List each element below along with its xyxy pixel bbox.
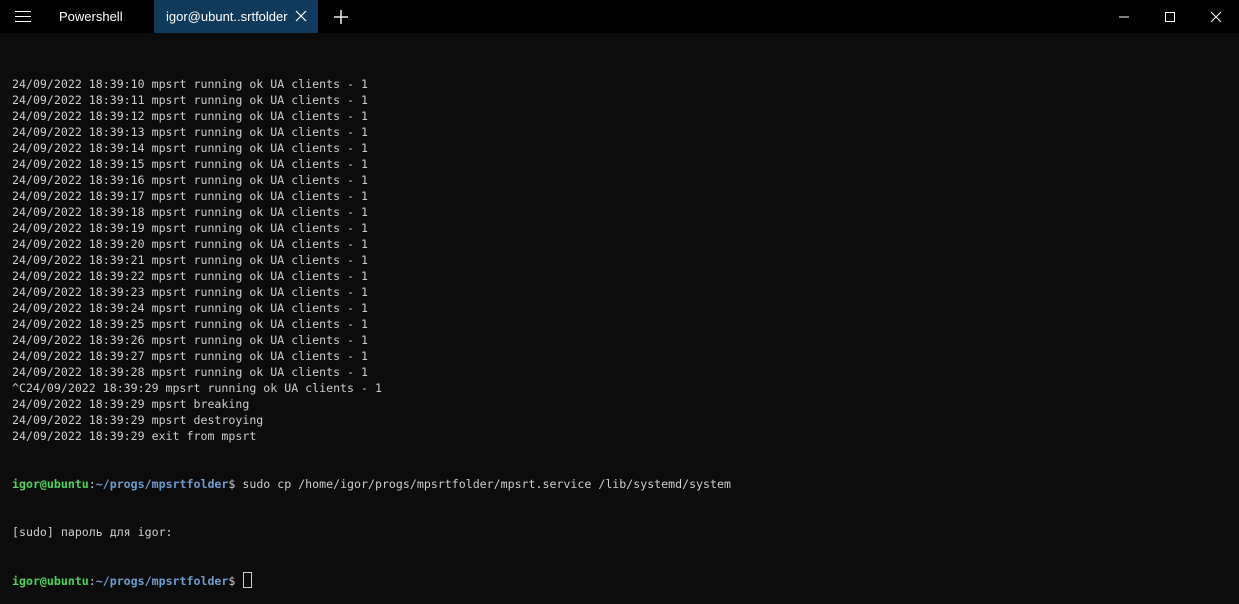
log-line: 24/09/2022 18:39:15 mpsrt running ok UA … — [12, 157, 368, 171]
close-window-button[interactable] — [1193, 0, 1239, 33]
prompt-colon: : — [88, 477, 96, 491]
log-line: ^C24/09/2022 18:39:29 mpsrt running ok U… — [12, 381, 382, 395]
command-line: igor@ubuntu:~/progs/mpsrtfolder$ sudo cp… — [12, 476, 1232, 492]
menu-button[interactable] — [0, 0, 46, 33]
log-line: 24/09/2022 18:39:11 mpsrt running ok UA … — [12, 93, 368, 107]
log-line: 24/09/2022 18:39:16 mpsrt running ok UA … — [12, 173, 368, 187]
log-line: 24/09/2022 18:39:14 mpsrt running ok UA … — [12, 141, 368, 155]
log-line: 24/09/2022 18:39:20 mpsrt running ok UA … — [12, 237, 368, 251]
log-line: 24/09/2022 18:39:12 mpsrt running ok UA … — [12, 109, 368, 123]
prompt-path: ~/progs/mpsrtfolder — [95, 574, 229, 588]
tab-powershell[interactable]: Powershell — [46, 0, 154, 33]
log-line: 24/09/2022 18:39:28 mpsrt running ok UA … — [12, 365, 368, 379]
log-line: 24/09/2022 18:39:29 mpsrt destroying — [12, 413, 264, 427]
maximize-button[interactable] — [1147, 0, 1193, 33]
log-line: 24/09/2022 18:39:26 mpsrt running ok UA … — [12, 333, 368, 347]
log-lines: 24/09/2022 18:39:10 mpsrt running ok UA … — [12, 76, 1232, 444]
log-line: 24/09/2022 18:39:29 exit from mpsrt — [12, 429, 257, 443]
hamburger-icon — [15, 10, 31, 23]
minimize-button[interactable] — [1101, 0, 1147, 33]
log-line: 24/09/2022 18:39:19 mpsrt running ok UA … — [12, 221, 368, 235]
text-cursor — [243, 572, 253, 588]
log-line: 24/09/2022 18:39:23 mpsrt running ok UA … — [12, 285, 368, 299]
tab-label: igor@ubunt..srtfolder — [166, 9, 288, 24]
log-line: 24/09/2022 18:39:17 mpsrt running ok UA … — [12, 189, 368, 203]
close-icon — [1210, 11, 1222, 22]
tab-label: Powershell — [59, 9, 123, 24]
close-icon[interactable] — [294, 9, 308, 23]
tab-ubuntu[interactable]: igor@ubunt..srtfolder — [154, 0, 318, 33]
maximize-icon — [1165, 11, 1175, 22]
log-line: 24/09/2022 18:39:21 mpsrt running ok UA … — [12, 253, 368, 267]
log-line: 24/09/2022 18:39:29 mpsrt breaking — [12, 397, 250, 411]
log-line: 24/09/2022 18:39:22 mpsrt running ok UA … — [12, 269, 368, 283]
terminal-output[interactable]: 24/09/2022 18:39:10 mpsrt running ok UA … — [12, 44, 1232, 588]
title-bar: Powershell igor@ubunt..srtfolder — [0, 0, 1239, 33]
prompt-dollar: $ — [228, 574, 236, 588]
command-text: sudo cp /home/igor/progs/mpsrtfolder/mps… — [235, 477, 731, 491]
current-prompt-line[interactable]: igor@ubuntu:~/progs/mpsrtfolder$ — [12, 572, 1232, 588]
prompt-path: ~/progs/mpsrtfolder — [95, 477, 229, 491]
prompt-colon: : — [88, 574, 96, 588]
log-line: 24/09/2022 18:39:27 mpsrt running ok UA … — [12, 349, 368, 363]
log-line: 24/09/2022 18:39:10 mpsrt running ok UA … — [12, 77, 368, 91]
prompt-user: igor@ubuntu — [12, 477, 89, 491]
minimize-icon — [1119, 16, 1129, 17]
log-line: 24/09/2022 18:39:25 mpsrt running ok UA … — [12, 317, 368, 331]
log-line: 24/09/2022 18:39:13 mpsrt running ok UA … — [12, 125, 368, 139]
prompt-user: igor@ubuntu — [12, 574, 89, 588]
log-line: 24/09/2022 18:39:24 mpsrt running ok UA … — [12, 301, 368, 315]
plus-icon[interactable] — [330, 7, 352, 27]
log-line: 24/09/2022 18:39:18 mpsrt running ok UA … — [12, 205, 368, 219]
sudo-prompt: [sudo] пароль для igor: — [12, 525, 173, 539]
